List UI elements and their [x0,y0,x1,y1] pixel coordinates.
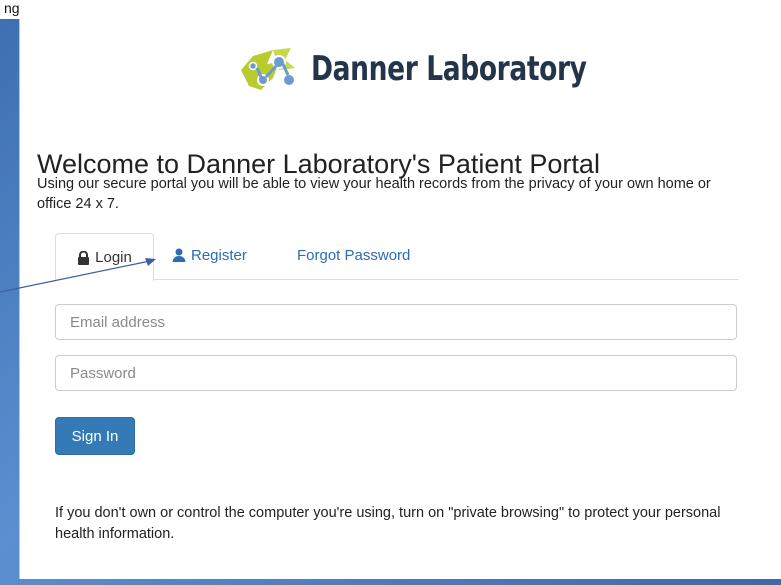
brand-name: Danner Laboratory [311,49,587,89]
brand-logo: Danner Laboratory [233,40,664,98]
puzzle-logo-icon [241,48,296,90]
portal-panel: Danner Laboratory Welcome to Danner Labo… [19,19,781,579]
email-input[interactable] [55,304,737,340]
user-icon [172,248,186,262]
tab-forgot-password[interactable]: Forgot Password [297,233,410,277]
caption-text: ng [4,0,20,16]
lock-icon [78,250,90,265]
tab-forgot-password-label: Forgot Password [297,246,411,264]
sign-in-button[interactable]: Sign In [55,417,135,455]
tab-login[interactable]: Login [55,233,154,282]
auth-tabs: Login Register Forgot Password [55,233,739,282]
tab-login-label: Login [95,249,132,266]
password-input[interactable] [55,355,737,391]
tab-register-label: Register [191,246,247,264]
intro-text: Using our secure portal you will be able… [37,176,711,212]
privacy-note: If you don't own or control the computer… [55,505,721,542]
top-strip: ng [0,0,781,19]
tab-register[interactable]: Register [172,233,247,277]
